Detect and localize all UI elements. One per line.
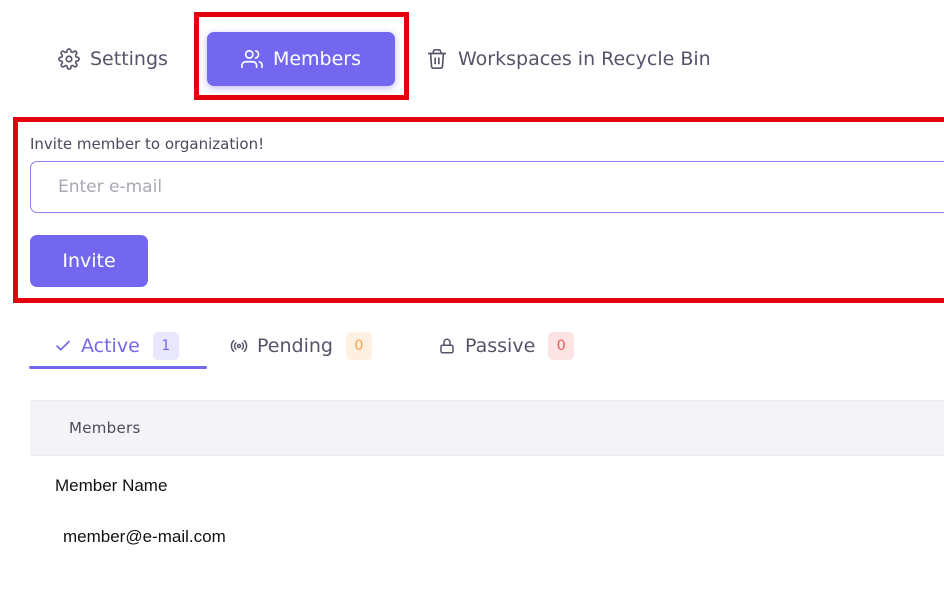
email-input[interactable] <box>30 161 944 213</box>
member-email: member@e-mail.com <box>63 527 226 546</box>
tab-passive[interactable]: Passive 0 <box>438 328 575 364</box>
member-name: Member Name <box>55 476 168 495</box>
tab-recycle-bin[interactable]: Workspaces in Recycle Bin <box>426 32 711 86</box>
tab-members-label: Members <box>272 48 362 70</box>
invite-button[interactable]: Invite <box>30 235 148 287</box>
pending-count-badge: 0 <box>345 332 372 360</box>
active-tab-indicator <box>29 366 207 369</box>
tab-members[interactable]: Members <box>207 32 395 86</box>
tab-active[interactable]: Active 1 <box>54 328 179 364</box>
status-tab-bar: Active 1 Pending 0 Passive 0 <box>0 320 944 372</box>
gear-icon <box>58 48 80 70</box>
tab-settings-label: Settings <box>90 48 168 70</box>
tab-pending-label: Pending <box>257 335 333 357</box>
members-column-header: Members <box>69 419 141 437</box>
users-icon <box>241 49 263 69</box>
members-table-header: Members <box>30 400 944 456</box>
check-icon <box>56 340 70 351</box>
tab-recycle-bin-label: Workspaces in Recycle Bin <box>458 48 711 70</box>
passive-count-badge: 0 <box>548 332 575 360</box>
tab-passive-label: Passive <box>465 335 536 357</box>
broadcast-icon <box>230 339 248 353</box>
tab-active-label: Active <box>81 335 140 357</box>
tab-settings[interactable]: Settings <box>58 32 168 86</box>
trash-icon <box>427 49 447 69</box>
invite-label: Invite member to organization! <box>30 135 265 153</box>
top-tab-bar: Settings Members Workspaces in Recycle B… <box>0 0 944 115</box>
lock-icon <box>440 338 454 354</box>
tab-pending[interactable]: Pending 0 <box>230 328 372 364</box>
active-count-badge: 1 <box>152 332 179 360</box>
